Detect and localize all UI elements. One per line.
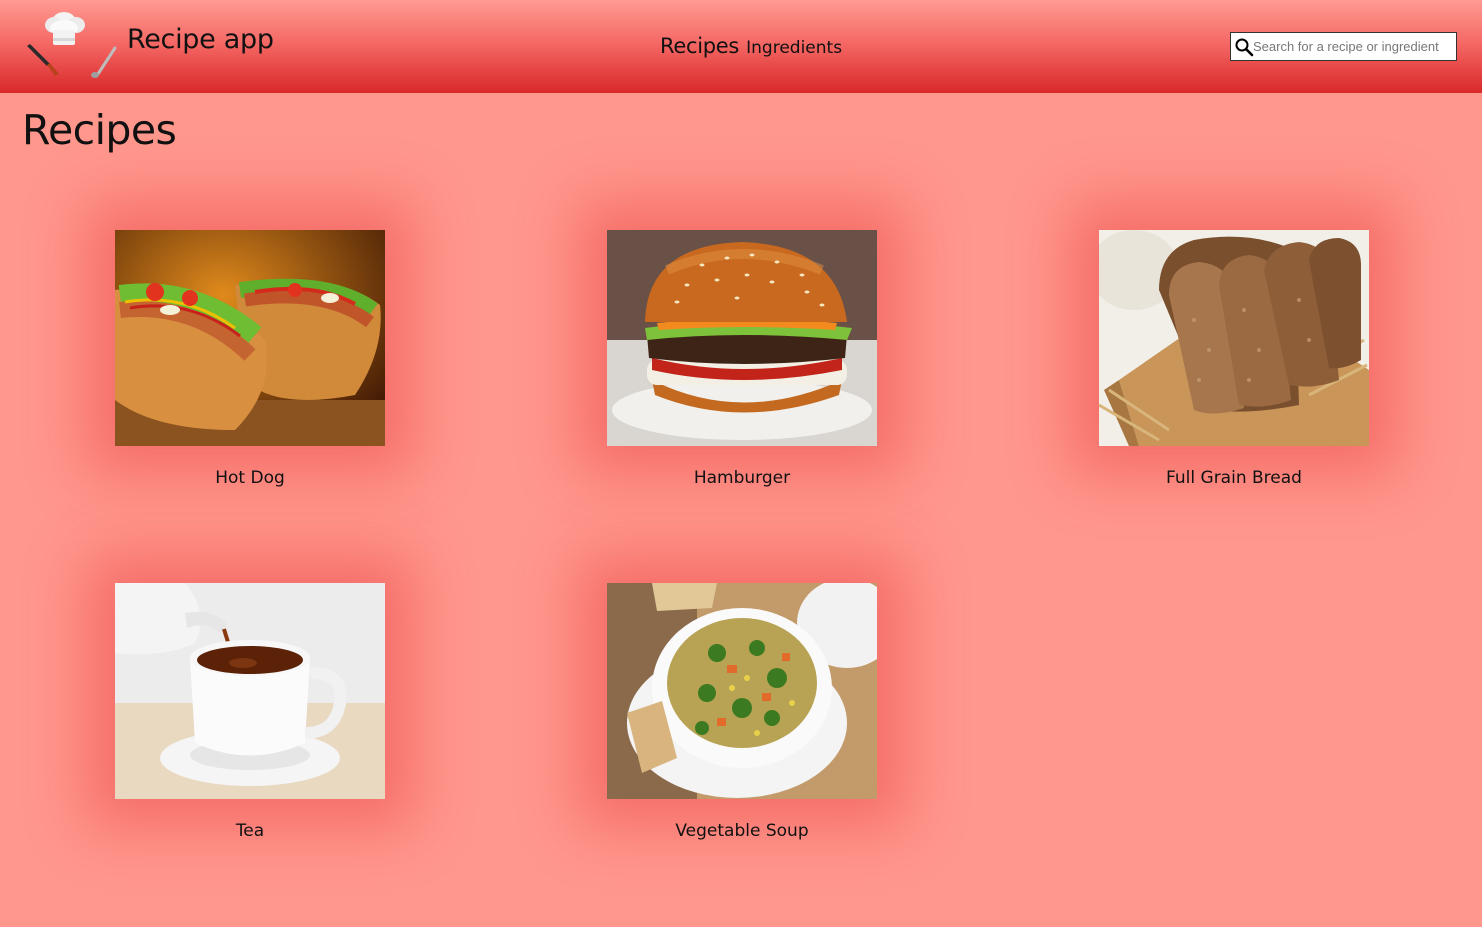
recipe-card-hamburger[interactable]: Hamburger xyxy=(607,230,877,488)
recipe-card-hot-dog[interactable]: Hot Dog xyxy=(115,230,385,488)
nav-link-ingredients[interactable]: Ingredients xyxy=(746,38,842,58)
nav-link-recipes[interactable]: Recipes xyxy=(660,34,739,58)
recipe-card-full-grain-bread[interactable]: Full Grain Bread xyxy=(1099,230,1369,488)
app-header: Recipe app Recipes Ingredients xyxy=(0,0,1482,93)
recipe-name[interactable]: Vegetable Soup xyxy=(607,821,877,841)
tea-image[interactable] xyxy=(115,583,385,799)
recipe-name[interactable]: Hot Dog xyxy=(115,468,385,488)
hamburger-image[interactable] xyxy=(607,230,877,446)
vegetable-soup-image[interactable] xyxy=(607,583,877,799)
recipe-name[interactable]: Tea xyxy=(115,821,385,841)
recipe-name[interactable]: Hamburger xyxy=(607,468,877,488)
hot-dog-image[interactable] xyxy=(115,230,385,446)
search-box[interactable] xyxy=(1230,32,1457,61)
recipe-card-vegetable-soup[interactable]: Vegetable Soup xyxy=(607,583,877,841)
bread-image[interactable] xyxy=(1099,230,1369,446)
main-nav: Recipes Ingredients xyxy=(660,34,842,58)
search-input[interactable] xyxy=(1253,33,1455,60)
search-icon xyxy=(1234,37,1254,57)
app-title: Recipe app xyxy=(127,24,274,55)
recipe-name[interactable]: Full Grain Bread xyxy=(1099,468,1369,488)
page-title: Recipes xyxy=(22,106,177,154)
recipe-card-tea[interactable]: Tea xyxy=(115,583,385,841)
chef-logo-icon[interactable] xyxy=(22,8,122,84)
